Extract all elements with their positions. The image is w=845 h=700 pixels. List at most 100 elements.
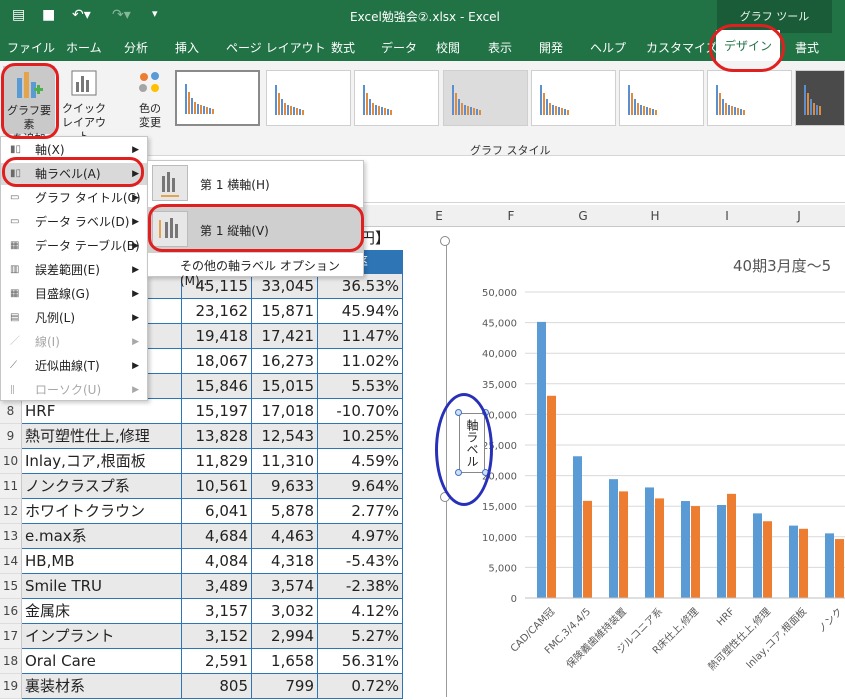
table-cell[interactable]: 熱可塑性仕上,修理 (22, 424, 182, 449)
row-number[interactable]: 18 (0, 649, 22, 674)
chart-resize-handle[interactable] (440, 236, 450, 246)
chart-style-6[interactable] (619, 70, 704, 126)
save-icon[interactable]: ■ (42, 7, 55, 23)
menu-developer[interactable]: 開発 (539, 39, 563, 56)
menu-analysis[interactable]: 分析 (124, 39, 148, 56)
customize-icon[interactable]: ▾ (152, 7, 158, 20)
column-header-i[interactable]: I (691, 209, 763, 223)
row-number[interactable]: 16 (0, 599, 22, 624)
autosave-icon[interactable]: ▤ (12, 7, 25, 23)
table-cell[interactable]: 3,157 (182, 599, 252, 624)
table-cell[interactable]: 2,994 (252, 624, 318, 649)
primary-horizontal-axis-title-item[interactable]: 第 1 横軸(H) (148, 161, 363, 207)
table-cell[interactable]: ノンクラスプ系 (22, 474, 182, 499)
table-cell[interactable]: 11,310 (252, 449, 318, 474)
table-cell[interactable]: 45.94% (318, 299, 403, 324)
column-header-e[interactable]: E (403, 209, 475, 223)
chart-style-1[interactable] (175, 70, 260, 126)
row-number[interactable]: 14 (0, 549, 22, 574)
more-axis-title-options[interactable]: その他の軸ラベル オプション(M)... (180, 257, 363, 288)
chart-element-menu-item[interactable]: ▭ グラフ タイトル(C) ▶ (1, 187, 147, 209)
table-cell[interactable]: 11.02% (318, 349, 403, 374)
table-cell[interactable]: 17,421 (252, 324, 318, 349)
menu-insert[interactable]: 挿入 (175, 39, 199, 56)
menu-format[interactable]: 書式 (795, 39, 819, 56)
table-cell[interactable]: 19,418 (182, 324, 252, 349)
table-cell[interactable]: 805 (182, 674, 252, 699)
column-header-h[interactable]: H (619, 209, 691, 223)
menu-page-layout[interactable]: ページ レイアウト (226, 39, 326, 56)
chart-element-menu-item[interactable]: ▦ 目盛線(G) ▶ (1, 283, 147, 305)
chart-style-2[interactable] (266, 70, 351, 126)
row-number[interactable]: 12 (0, 499, 22, 524)
quick-layout-button[interactable]: クイック レイアウト (58, 66, 110, 143)
chart-element-menu-item[interactable]: ▦ データ テーブル(B) ▶ (1, 235, 147, 257)
table-cell[interactable]: HB,MB (22, 549, 182, 574)
table-cell[interactable]: 4.59% (318, 449, 403, 474)
column-header-f[interactable]: F (475, 209, 547, 223)
menu-customize[interactable]: カスタマイズ (646, 39, 718, 56)
undo-icon[interactable]: ↶▾ (72, 7, 91, 23)
table-cell[interactable]: 4,684 (182, 524, 252, 549)
change-colors-button[interactable]: 色の 変更 (125, 66, 175, 134)
redo-icon[interactable]: ↷▾ (112, 7, 131, 23)
row-number[interactable]: 13 (0, 524, 22, 549)
table-cell[interactable]: 4.97% (318, 524, 403, 549)
menu-home[interactable]: ホーム (66, 39, 102, 56)
table-cell[interactable]: 4,463 (252, 524, 318, 549)
table-cell[interactable]: 3,489 (182, 574, 252, 599)
menu-help[interactable]: ヘルプ (590, 39, 626, 56)
table-cell[interactable]: 11.47% (318, 324, 403, 349)
table-cell[interactable]: 13,828 (182, 424, 252, 449)
table-cell[interactable]: HRF (22, 399, 182, 424)
column-header-g[interactable]: G (547, 209, 619, 223)
table-cell[interactable]: 0.72% (318, 674, 403, 699)
menu-view[interactable]: 表示 (488, 39, 512, 56)
table-cell[interactable]: ホワイトクラウン (22, 499, 182, 524)
table-cell[interactable]: 799 (252, 674, 318, 699)
table-cell[interactable]: 10.25% (318, 424, 403, 449)
table-cell[interactable]: e.max系 (22, 524, 182, 549)
row-number[interactable]: 17 (0, 624, 22, 649)
table-cell[interactable]: 23,162 (182, 299, 252, 324)
table-cell[interactable]: 17,018 (252, 399, 318, 424)
menu-data[interactable]: データ (381, 39, 417, 56)
table-cell[interactable]: 15,197 (182, 399, 252, 424)
table-cell[interactable]: 12,543 (252, 424, 318, 449)
menu-review[interactable]: 校閲 (436, 39, 460, 56)
row-number[interactable]: 15 (0, 574, 22, 599)
table-cell[interactable]: 金属床 (22, 599, 182, 624)
table-cell[interactable]: 5,878 (252, 499, 318, 524)
chart-area[interactable]: 40期3月度～5 0 5,000 10,000 15,000 20,000 25,000 30… (446, 241, 845, 697)
table-cell[interactable]: 3,152 (182, 624, 252, 649)
chart-element-menu-item[interactable]: ▤ 凡例(L) ▶ (1, 307, 147, 329)
chart-style-7[interactable] (707, 70, 792, 126)
table-cell[interactable]: インプラント (22, 624, 182, 649)
row-number[interactable]: 10 (0, 449, 22, 474)
chart-style-4[interactable] (443, 70, 528, 126)
table-cell[interactable]: 3,032 (252, 599, 318, 624)
table-cell[interactable]: -5.43% (318, 549, 403, 574)
table-cell[interactable]: 2,591 (182, 649, 252, 674)
column-header-j[interactable]: J (763, 209, 835, 223)
row-number[interactable]: 9 (0, 424, 22, 449)
table-cell[interactable]: 15,015 (252, 374, 318, 399)
table-cell[interactable]: 3,574 (252, 574, 318, 599)
table-cell[interactable]: 15,871 (252, 299, 318, 324)
table-cell[interactable]: 裏装材系 (22, 674, 182, 699)
row-number[interactable]: 11 (0, 474, 22, 499)
row-number[interactable]: 19 (0, 674, 22, 699)
table-cell[interactable]: 56.31% (318, 649, 403, 674)
table-cell[interactable]: 2.77% (318, 499, 403, 524)
table-cell[interactable]: 6,041 (182, 499, 252, 524)
table-cell[interactable]: 18,067 (182, 349, 252, 374)
table-cell[interactable]: 9,633 (252, 474, 318, 499)
table-cell[interactable]: 9.64% (318, 474, 403, 499)
table-cell[interactable]: 11,829 (182, 449, 252, 474)
chart-style-5[interactable] (531, 70, 616, 126)
row-number[interactable]: 8 (0, 399, 22, 424)
table-cell[interactable]: Smile TRU (22, 574, 182, 599)
menu-formulas[interactable]: 数式 (331, 39, 355, 56)
table-cell[interactable]: Inlay,コア,根面板 (22, 449, 182, 474)
table-cell[interactable]: -2.38% (318, 574, 403, 599)
